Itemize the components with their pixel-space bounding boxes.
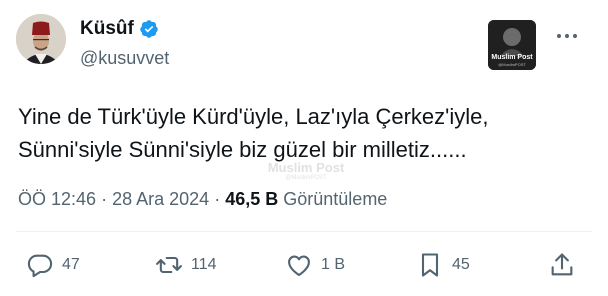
more-icon[interactable] [554,26,580,46]
tweet-text-line-1: Yine de Türk'üyle Kürd'üyle, Laz'ıyla Çe… [18,104,489,129]
share-button[interactable] [548,248,576,282]
like-icon [288,255,310,276]
repost-icon [156,256,182,274]
like-count: 1 B [321,256,346,273]
bookmark-icon [421,253,439,277]
author-handle[interactable]: @kusuvvet [80,48,169,69]
action-bar: 47 114 1 B 45 [0,248,608,282]
display-name[interactable]: Küsûf [80,18,134,40]
tweet-date[interactable]: 28 Ara 2024 [112,189,209,209]
thumbnail-sublabel: @MuslimPOST [498,62,526,67]
verified-icon [140,20,158,38]
author-name-row[interactable]: Küsûf [80,18,159,40]
divider [16,231,592,232]
tweet-text: Yine de Türk'üyle Kürd'üyle, Laz'ıyla Çe… [18,100,593,166]
reply-icon [27,254,53,278]
bookmark-button[interactable]: 45 [416,248,470,282]
watermark: Muslim Post @MuslimPOST [256,160,356,181]
tweet-card: Küsûf @kusuvvet Muslim Post @MuslimPOST … [0,0,608,296]
repost-count: 114 [191,256,217,273]
avatar[interactable] [16,14,66,64]
reply-button[interactable]: 47 [26,248,80,282]
media-thumbnail[interactable]: Muslim Post @MuslimPOST [488,20,536,70]
tweet-time[interactable]: ÖÖ 12:46 [18,189,96,209]
thumbnail-label: Muslim Post [491,54,533,61]
views-label: Görüntüleme [283,189,388,209]
meta-separator: · [101,189,108,209]
views-count[interactable]: 46,5 B [225,189,278,209]
bookmark-count: 45 [452,256,470,273]
reply-count: 47 [62,256,80,273]
watermark-sublabel: @MuslimPOST [285,175,327,181]
repost-button[interactable]: 114 [155,248,217,282]
tweet-meta: ÖÖ 12:46 · 28 Ara 2024 · 46,5 B Görüntül… [18,189,387,210]
watermark-label: Muslim Post [267,160,345,175]
meta-separator: · [214,189,221,209]
share-icon [551,253,573,276]
like-button[interactable]: 1 B [285,248,345,282]
